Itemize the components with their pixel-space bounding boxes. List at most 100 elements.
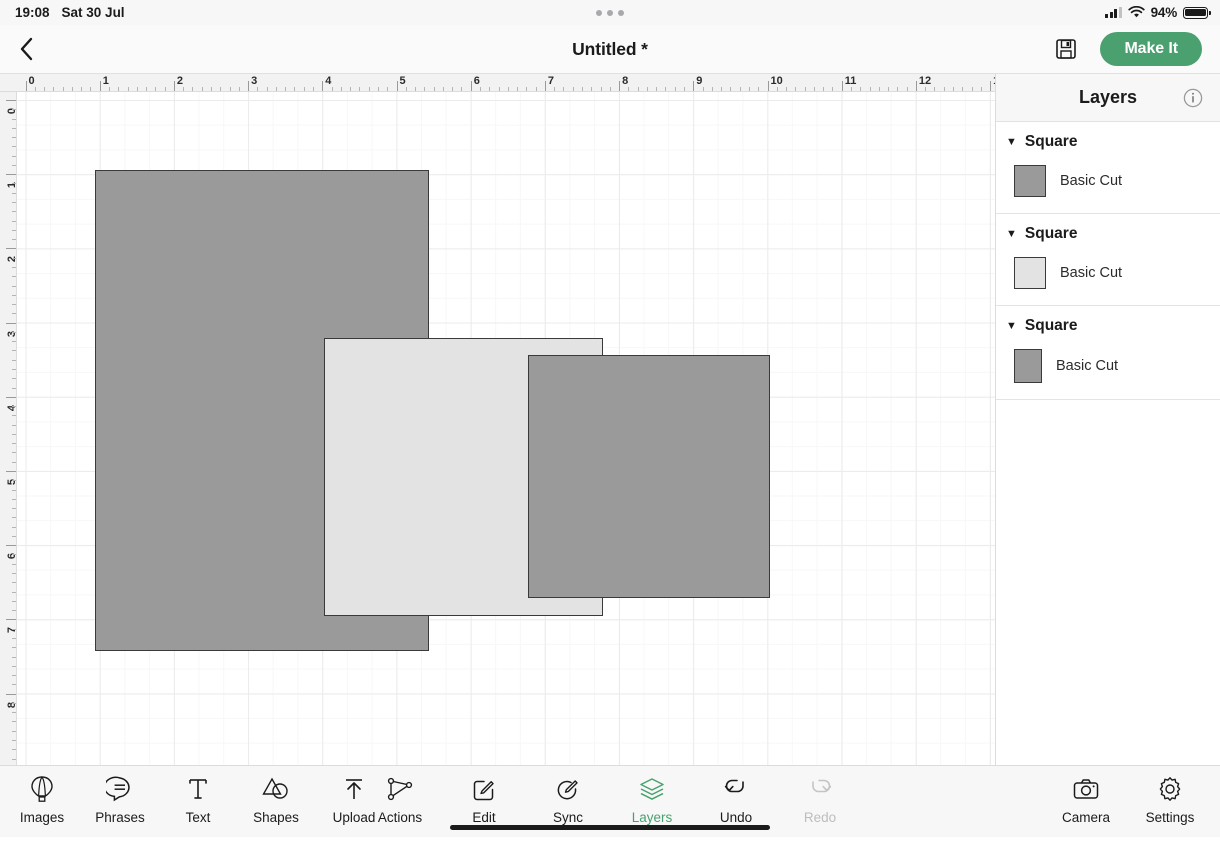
ruler-tick <box>155 87 157 91</box>
ruler-tick <box>971 87 973 91</box>
layer-row[interactable]: Basic Cut <box>996 159 1220 213</box>
ruler-tick <box>12 415 16 417</box>
ruler-tick <box>758 87 760 91</box>
layer-group-name: Square <box>1024 225 1078 242</box>
toolbar-center-group: Actions Edit Sync Layers Undo Redo <box>372 774 848 825</box>
ruler-tick <box>563 87 565 91</box>
layer-group-header[interactable]: ▼ Square <box>996 214 1220 251</box>
layer-row[interactable]: Basic Cut <box>996 343 1220 399</box>
layer-operation-label: Basic Cut <box>1060 173 1123 189</box>
ruler-tick <box>12 739 16 741</box>
toolbar-button-redo: Redo <box>792 774 848 825</box>
ruler-tick <box>12 582 16 584</box>
ruler-tick <box>424 87 426 91</box>
chevron-down-icon[interactable]: ▼ <box>1006 228 1017 240</box>
ruler-label: 2 <box>176 75 184 87</box>
wifi-icon <box>1127 6 1145 18</box>
ruler-tick <box>554 87 556 91</box>
chevron-down-icon[interactable]: ▼ <box>1006 320 1017 332</box>
toolbar-button-label: Actions <box>377 810 423 825</box>
ruler-tick <box>229 87 231 91</box>
ruler-tick <box>12 266 16 268</box>
ruler-tick <box>739 87 741 91</box>
layer-group-header[interactable]: ▼ Square <box>996 122 1220 159</box>
toolbar-button-edit[interactable]: Edit <box>456 774 512 825</box>
make-it-button[interactable]: Make It <box>1100 32 1202 66</box>
layers-panel-header: Layers <box>996 74 1220 122</box>
layers-stack-icon <box>638 774 666 804</box>
toolbar-button-shapes[interactable]: Shapes <box>248 774 304 825</box>
ruler-tick <box>396 81 398 91</box>
toolbar-button-undo[interactable]: Undo <box>708 774 764 825</box>
app-header: Untitled * Make It <box>0 25 1220 74</box>
undo-arrow-icon <box>722 774 750 804</box>
ruler-tick <box>6 693 16 695</box>
ruler-tick <box>850 87 852 91</box>
ruler-tick <box>192 87 194 91</box>
toolbar-button-sync[interactable]: Sync <box>540 774 596 825</box>
toolbar-button-text[interactable]: Text <box>170 774 226 825</box>
ruler-tick <box>507 87 509 91</box>
ruler-tick <box>108 87 110 91</box>
ruler-tick <box>535 87 537 91</box>
ruler-tick <box>12 137 16 139</box>
toolbar-button-layers[interactable]: Layers <box>624 774 680 825</box>
toolbar-button-phrases[interactable]: Phrases <box>92 774 148 825</box>
toolbar-button-actions[interactable]: Actions <box>372 774 428 825</box>
canvas-shape-square[interactable] <box>528 355 770 598</box>
ruler-tick <box>12 192 16 194</box>
ruler-tick <box>804 87 806 91</box>
ruler-tick <box>748 87 750 91</box>
ruler-tick <box>12 155 16 157</box>
ruler-label: 1 <box>102 75 109 87</box>
ruler-label: 8 <box>622 75 629 87</box>
layer-color-swatch[interactable] <box>1014 257 1046 289</box>
ruler-tick <box>665 87 667 91</box>
ruler-tick <box>619 81 621 91</box>
ruler-label: 3 <box>251 75 258 87</box>
ruler-tick <box>71 87 73 91</box>
actions-nodes-icon <box>385 774 415 804</box>
ruler-tick <box>684 87 686 91</box>
toolbar-button-settings[interactable]: Settings <box>1142 774 1198 825</box>
chevron-down-icon[interactable]: ▼ <box>1006 136 1017 148</box>
ruler-tick <box>934 87 936 91</box>
ruler-tick <box>12 508 16 510</box>
ruler-tick <box>275 87 277 91</box>
ruler-tick <box>6 619 16 621</box>
home-indicator <box>450 825 770 830</box>
ruler-tick <box>12 229 16 231</box>
ruler-tick <box>906 87 908 91</box>
ruler-tick <box>127 87 129 91</box>
ruler-tick <box>823 87 825 91</box>
battery-percent: 94% <box>1150 5 1178 20</box>
design-canvas[interactable] <box>17 92 995 765</box>
toolbar-button-camera[interactable]: Camera <box>1058 774 1114 825</box>
ruler-tick <box>572 87 574 91</box>
ruler-tick <box>841 81 843 91</box>
ruler-tick <box>915 81 917 91</box>
layer-group-header[interactable]: ▼ Square <box>996 306 1220 343</box>
info-circle-icon[interactable] <box>1183 88 1203 108</box>
ruler-tick <box>257 87 259 91</box>
save-floppy-icon[interactable] <box>1054 37 1078 61</box>
ruler-tick <box>12 239 16 241</box>
ruler-tick <box>470 81 472 91</box>
shapes-icon <box>261 774 291 804</box>
ruler-tick <box>266 87 268 91</box>
redo-arrow-icon <box>806 774 834 804</box>
layer-color-swatch[interactable] <box>1014 165 1046 197</box>
ruler-tick <box>646 87 648 91</box>
ruler-tick <box>12 313 16 315</box>
ruler-tick <box>405 87 407 91</box>
ruler-tick <box>12 378 16 380</box>
ruler-tick <box>6 396 16 398</box>
ruler-tick <box>12 563 16 565</box>
layer-operation-label: Basic Cut <box>1056 358 1119 374</box>
layer-color-swatch[interactable] <box>1014 349 1042 383</box>
layer-row[interactable]: Basic Cut <box>996 251 1220 305</box>
ruler-tick <box>211 87 212 91</box>
multitasking-dots-icon[interactable] <box>0 5 1220 20</box>
ruler-tick <box>888 87 890 91</box>
toolbar-button-images[interactable]: Images <box>14 774 70 825</box>
